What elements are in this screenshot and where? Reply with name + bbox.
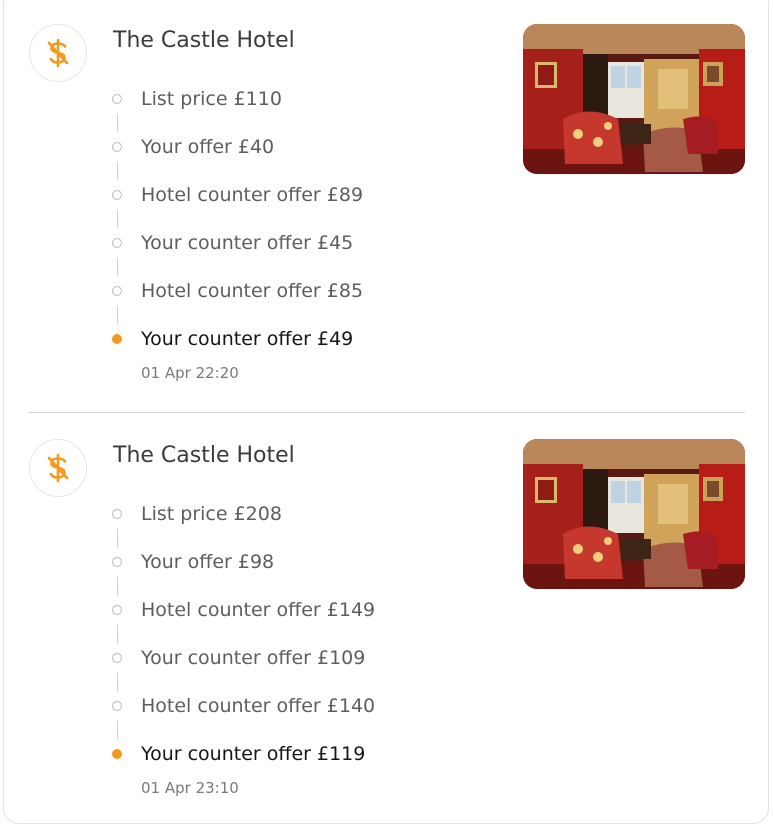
timeline-connector — [117, 258, 118, 276]
timeline-connector — [117, 162, 118, 180]
timeline-dot — [112, 142, 122, 152]
timeline-dot — [112, 190, 122, 200]
step-label: Your counter offer £119 — [141, 743, 366, 765]
timeline-connector — [117, 721, 118, 739]
step-label: Hotel counter offer £149 — [141, 599, 376, 621]
timeline-dot — [112, 701, 122, 711]
step-label: Hotel counter offer £140 — [141, 695, 376, 717]
timeline-connector — [117, 673, 118, 691]
step-label: List price £208 — [141, 503, 282, 525]
timeline-connector — [117, 529, 118, 547]
step-label: Hotel counter offer £89 — [141, 184, 364, 206]
step-label: Hotel counter offer £85 — [141, 280, 364, 302]
hotel-name: The Castle Hotel — [113, 28, 295, 53]
timeline-dot — [112, 557, 122, 567]
hotel-thumbnail[interactable] — [523, 24, 745, 174]
timeline-dot — [112, 509, 122, 519]
timeline-connector — [117, 306, 118, 324]
offer-timestamp: 01 Apr 23:10 — [141, 779, 239, 797]
timeline-dot — [112, 94, 122, 104]
offer-avatar — [29, 439, 87, 497]
step-label: Your counter offer £109 — [141, 647, 366, 669]
step-label: Your counter offer £45 — [141, 232, 354, 254]
timeline-dot — [112, 238, 122, 248]
timeline-dot-active — [112, 334, 122, 344]
timeline-connector — [117, 577, 118, 595]
timeline-dot — [112, 286, 122, 296]
dollar-strike-icon — [47, 38, 69, 68]
timeline-dot — [112, 653, 122, 663]
timeline-connector — [117, 210, 118, 228]
dollar-strike-icon — [47, 453, 69, 483]
timeline-dot — [112, 605, 122, 615]
offer-timestamp: 01 Apr 22:20 — [141, 364, 239, 382]
step-label: Your offer £40 — [141, 136, 275, 158]
timeline-connector — [117, 114, 118, 132]
timeline-connector — [117, 625, 118, 643]
step-label: Your offer £98 — [141, 551, 275, 573]
step-label: Your counter offer £49 — [141, 328, 354, 350]
timeline-dot-active — [112, 749, 122, 759]
entry-divider — [29, 412, 745, 413]
hotel-thumbnail[interactable] — [523, 439, 745, 589]
offer-avatar — [29, 24, 87, 82]
step-label: List price £110 — [141, 88, 282, 110]
hotel-name: The Castle Hotel — [113, 443, 295, 468]
